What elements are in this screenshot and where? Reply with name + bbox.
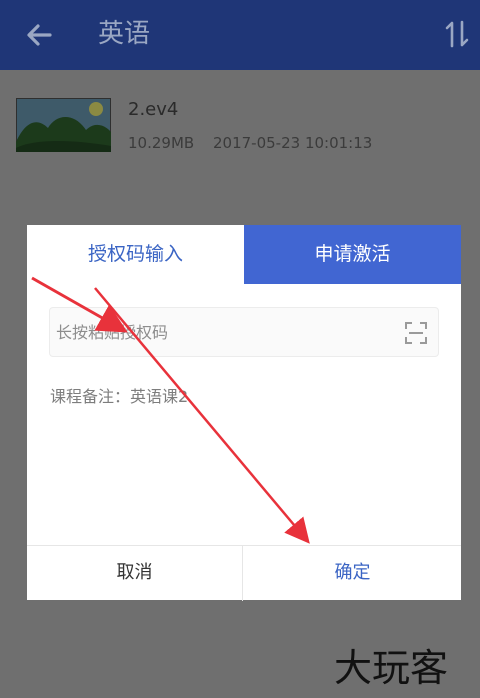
- landscape-thumbnail-icon: [16, 98, 111, 152]
- auth-code-field: [49, 307, 439, 357]
- dialog-tabs: 授权码输入 申请激活: [27, 225, 461, 284]
- activation-dialog: 授权码输入 申请激活 课程备注：英语课2 取消 确定: [27, 225, 461, 601]
- watermark-logo: 大玩客: [334, 646, 449, 690]
- scan-qr-icon[interactable]: [404, 321, 428, 345]
- list-item[interactable]: 2.ev4 10.29MB 2017-05-23 10:01:13: [0, 96, 480, 162]
- file-name: 2.ev4: [128, 99, 179, 120]
- cancel-button[interactable]: 取消: [27, 546, 243, 601]
- confirm-button[interactable]: 确定: [244, 546, 461, 601]
- arrow-left-icon[interactable]: [22, 18, 56, 52]
- dialog-actions: 取消 确定: [27, 545, 461, 601]
- tab-apply-activation[interactable]: 申请激活: [244, 225, 461, 284]
- page-title: 英语: [98, 19, 151, 49]
- sort-icon[interactable]: [444, 18, 470, 50]
- app-bar: 英语: [0, 0, 480, 70]
- file-size: 10.29MB: [128, 134, 195, 152]
- auth-code-input[interactable]: [56, 308, 396, 356]
- course-note: 课程备注：英语课2: [50, 387, 189, 406]
- file-date: 2017-05-23 10:01:13: [213, 134, 373, 152]
- tab-auth-code-input[interactable]: 授权码输入: [27, 225, 244, 284]
